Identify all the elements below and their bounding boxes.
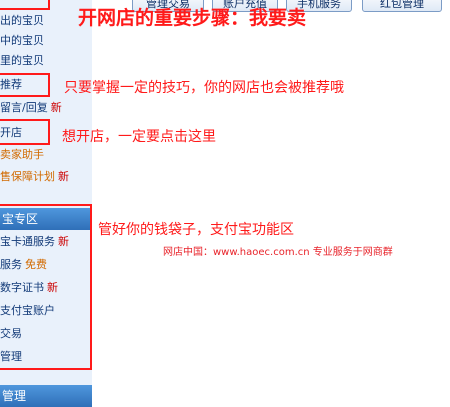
sidebar-item-guarantee-plan[interactable]: 售保障计划新 xyxy=(0,170,69,184)
sidebar-item-label: 中的宝贝 xyxy=(0,34,44,47)
highlight-box-open-shop xyxy=(0,119,50,145)
sidebar-item-label: 售保障计划 xyxy=(0,170,55,183)
sidebar-item-label: 留言/回复 xyxy=(0,101,48,114)
new-badge: 新 xyxy=(50,101,62,114)
highlight-box-top xyxy=(0,0,50,10)
highlight-box-recommend xyxy=(0,73,50,97)
sidebar-item-sold[interactable]: 出的宝贝 xyxy=(0,14,44,28)
annotation-recommend: 只要掌握一定的技巧，你的网店也会被推荐哦 xyxy=(64,80,344,96)
sidebar-item-seller-assistant[interactable]: 卖家助手 xyxy=(0,148,44,162)
manage-section-header[interactable]: 管理 xyxy=(0,385,92,407)
sidebar-item-label: 里的宝贝 xyxy=(0,54,44,67)
sidebar-item-label: 卖家助手 xyxy=(0,148,44,161)
sidebar-item-label: 出的宝贝 xyxy=(0,14,44,27)
annotation-open-shop: 想开店，一定要点击这里 xyxy=(62,129,216,145)
highlight-box-alipay xyxy=(0,204,92,370)
annotation-main-title: 开网店的重要步骤：我要卖 xyxy=(78,7,307,29)
sidebar-item-bought[interactable]: 中的宝贝 xyxy=(0,34,44,48)
sidebar-item-stored[interactable]: 里的宝贝 xyxy=(0,54,44,68)
annotation-site-line: 网店中国：www.haoec.com.cn 专业服务于网商群 xyxy=(163,247,393,258)
annotation-wallet: 管好你的钱袋子，支付宝功能区 xyxy=(98,222,294,238)
new-badge: 新 xyxy=(58,170,69,183)
tab-red-envelope[interactable]: 红包管理 xyxy=(362,0,442,12)
sidebar-item-messages[interactable]: 留言/回复新 xyxy=(0,101,62,115)
